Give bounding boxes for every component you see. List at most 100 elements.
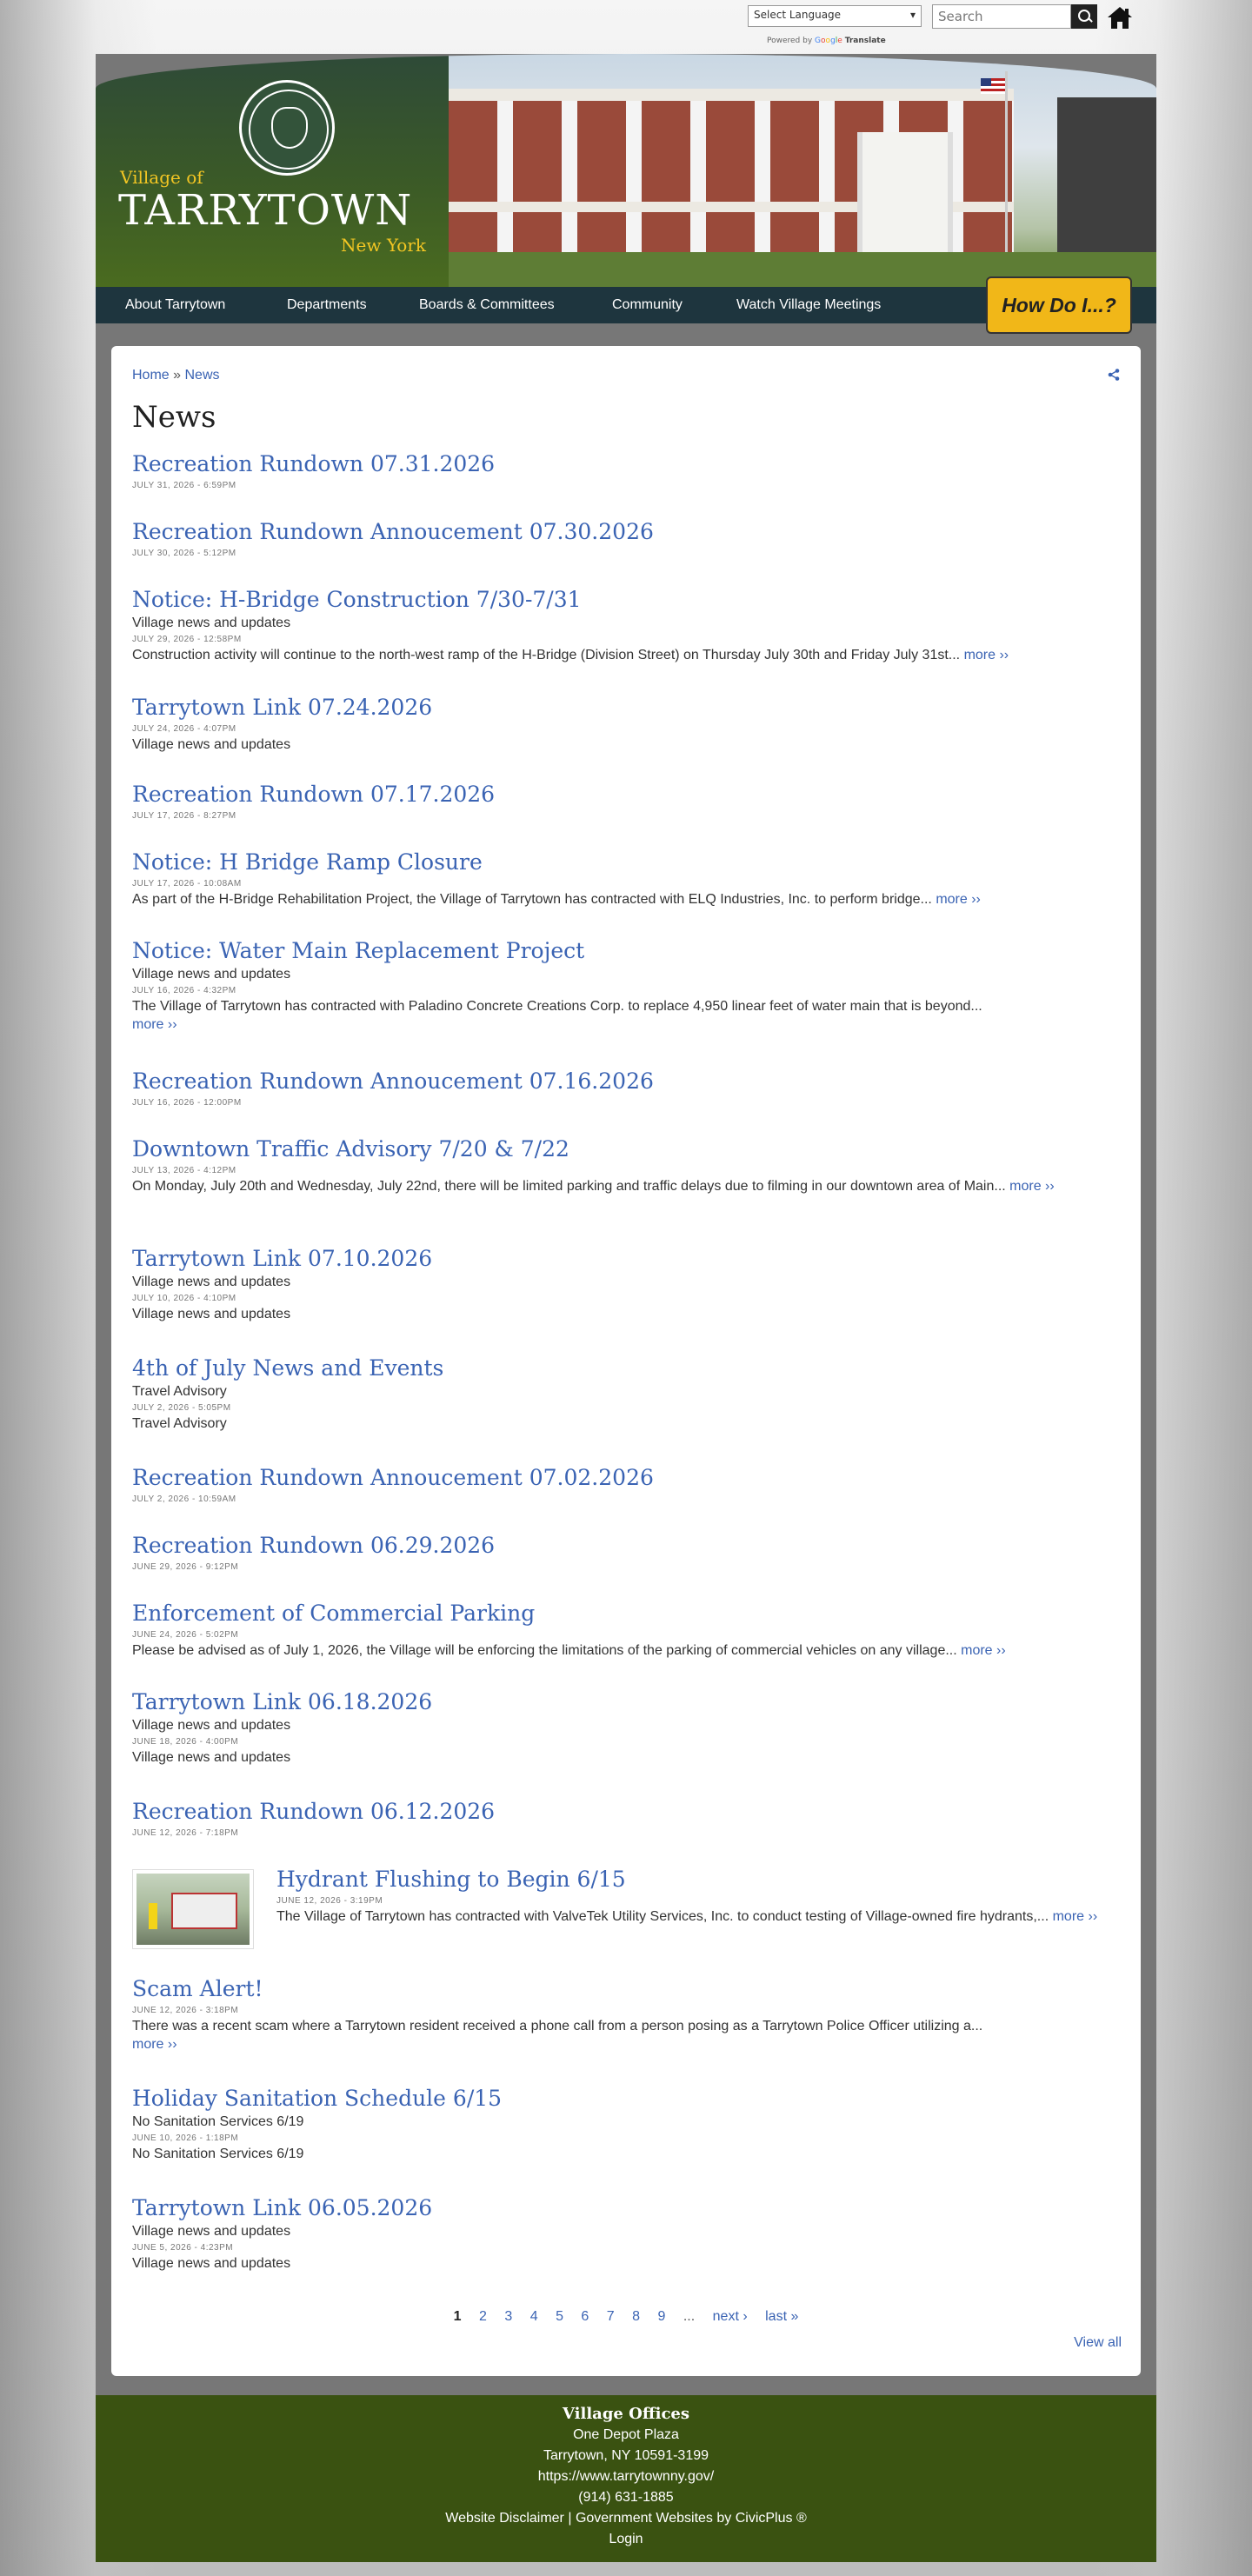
search-input[interactable]: Search <box>932 4 1071 29</box>
news-title[interactable]: Notice: H Bridge Ramp Closure <box>132 849 1123 876</box>
footer-url[interactable]: https://www.tarrytownny.gov/ <box>96 2466 1156 2487</box>
news-date: JULY 31, 2026 - 6:59PM <box>132 481 236 490</box>
page-current: 1 <box>453 2309 462 2324</box>
logo-panel[interactable]: Village of TARRYTOWN New York <box>96 54 449 287</box>
news-thumbnail[interactable] <box>132 1869 254 1949</box>
news-summary: No Sanitation Services 6/19 <box>132 2147 304 2161</box>
login-link[interactable]: Login <box>96 2529 1156 2550</box>
news-title[interactable]: Enforcement of Commercial Parking <box>132 1600 1123 1627</box>
news-date: JULY 2, 2026 - 10:59AM <box>132 1494 236 1504</box>
news-summary: Village news and updates <box>132 737 291 752</box>
breadcrumb-news[interactable]: News <box>185 368 220 383</box>
page-ellipsis: ... <box>683 2309 696 2324</box>
breadcrumb-home[interactable]: Home <box>132 368 170 383</box>
background-building <box>1057 97 1156 263</box>
news-item: Holiday Sanitation Schedule 6/15 No Sani… <box>132 2085 1123 2163</box>
news-date: JUNE 5, 2026 - 4:23PM <box>132 2243 234 2253</box>
page-link[interactable]: 5 <box>556 2309 563 2324</box>
news-date: JULY 16, 2026 - 12:00PM <box>132 1098 242 1108</box>
nav-boards-committees[interactable]: Boards & Committees <box>419 287 555 323</box>
footer-address-1: One Depot Plaza <box>573 2427 679 2442</box>
nav-departments[interactable]: Departments <box>287 287 367 323</box>
news-title[interactable]: Notice: Water Main Replacement Project <box>132 937 1123 965</box>
news-summary: The Village of Tarrytown has contracted … <box>132 999 982 1014</box>
news-subtitle: Village news and updates <box>132 1718 291 1733</box>
news-date: JUNE 24, 2026 - 5:02PM <box>132 1630 239 1640</box>
news-title[interactable]: Recreation Rundown 07.17.2026 <box>132 781 1123 809</box>
language-select[interactable]: Select Language <box>748 5 922 27</box>
news-summary: Construction activity will continue to t… <box>132 648 961 662</box>
page-link[interactable]: 8 <box>632 2309 640 2324</box>
news-title[interactable]: Recreation Rundown Annoucement 07.30.202… <box>132 518 1123 546</box>
disclaimer-link[interactable]: Website Disclaimer <box>445 2511 564 2526</box>
more-link[interactable]: more ›› <box>964 648 1009 662</box>
home-icon[interactable] <box>1106 4 1134 30</box>
news-title[interactable]: Tarrytown Link 07.10.2026 <box>132 1245 1123 1273</box>
news-date: JUNE 12, 2026 - 7:18PM <box>132 1828 239 1838</box>
page-link[interactable]: 4 <box>530 2309 538 2324</box>
village-of-text: Village of <box>120 167 203 188</box>
translate-link[interactable]: Translate <box>845 37 886 45</box>
village-hall-photo <box>449 54 1156 287</box>
news-summary: Village news and updates <box>132 2256 291 2271</box>
news-title[interactable]: Recreation Rundown 07.31.2026 <box>132 450 1123 478</box>
news-item: Recreation Rundown 07.31.2026 JULY 31, 2… <box>132 450 1123 492</box>
site-wrapper: Village of TARRYTOWN New York About Tarr… <box>96 54 1156 2562</box>
page-link[interactable]: 9 <box>658 2309 666 2324</box>
footer-title: Village Offices <box>563 2405 689 2423</box>
nav-watch-meetings[interactable]: Watch Village Meetings <box>736 287 881 323</box>
page-link[interactable]: 7 <box>607 2309 615 2324</box>
news-title[interactable]: Tarrytown Link 06.05.2026 <box>132 2194 1123 2222</box>
news-title[interactable]: Notice: H-Bridge Construction 7/30-7/31 <box>132 586 1123 614</box>
news-title[interactable]: 4th of July News and Events <box>132 1355 1123 1382</box>
search-icon[interactable] <box>1071 4 1097 29</box>
more-link[interactable]: more ›› <box>936 892 981 907</box>
news-title[interactable]: Recreation Rundown 06.12.2026 <box>132 1798 1123 1826</box>
footer-phone[interactable]: (914) 631-1885 <box>96 2487 1156 2508</box>
page-link[interactable]: 6 <box>581 2309 589 2324</box>
news-title[interactable]: Recreation Rundown Annoucement 07.16.202… <box>132 1068 1123 1095</box>
news-title[interactable]: Downtown Traffic Advisory 7/20 & 7/22 <box>132 1135 1123 1163</box>
news-title[interactable]: Recreation Rundown Annoucement 07.02.202… <box>132 1464 1123 1492</box>
news-summary: Travel Advisory <box>132 1416 227 1431</box>
news-title[interactable]: Hydrant Flushing to Begin 6/15 <box>276 1866 1111 1894</box>
flagpole <box>1005 71 1008 254</box>
more-link[interactable]: more ›› <box>132 2037 177 2052</box>
news-item: Notice: Water Main Replacement Project V… <box>132 937 1123 1034</box>
news-item: 4th of July News and Events Travel Advis… <box>132 1355 1123 1433</box>
nav-community[interactable]: Community <box>612 287 683 323</box>
more-link[interactable]: more ›› <box>132 1017 177 1032</box>
page-link[interactable]: 2 <box>479 2309 487 2324</box>
news-item: Downtown Traffic Advisory 7/20 & 7/22 JU… <box>132 1135 1123 1195</box>
news-item: Tarrytown Link 07.10.2026 Village news a… <box>132 1245 1123 1323</box>
page-link[interactable]: 3 <box>504 2309 512 2324</box>
more-link[interactable]: more ›› <box>1009 1179 1055 1194</box>
news-subtitle: Village news and updates <box>132 967 291 982</box>
nav-about[interactable]: About Tarrytown <box>125 287 225 323</box>
footer-address-2: Tarrytown, NY 10591-3199 <box>543 2448 709 2463</box>
news-title[interactable]: Scam Alert! <box>132 1975 1123 2003</box>
news-item: Recreation Rundown Annoucement 07.30.202… <box>132 518 1123 560</box>
view-all-link[interactable]: View all <box>1074 2335 1122 2351</box>
more-link[interactable]: more ›› <box>1053 1909 1098 1924</box>
state-name: New York <box>341 235 426 256</box>
village-seal-icon <box>239 80 335 176</box>
how-do-i-button[interactable]: How Do I...? <box>986 276 1132 334</box>
news-title[interactable]: Recreation Rundown 06.29.2026 <box>132 1532 1123 1560</box>
footer-separator: | <box>568 2511 572 2526</box>
more-link[interactable]: more ›› <box>961 1643 1006 1658</box>
news-subtitle: No Sanitation Services 6/19 <box>132 2114 304 2129</box>
news-title[interactable]: Tarrytown Link 06.18.2026 <box>132 1688 1123 1716</box>
share-icon[interactable] <box>1108 369 1120 381</box>
top-utility-bar: Select Language Powered by Google Transl… <box>748 4 1235 51</box>
news-date: JUNE 18, 2026 - 4:00PM <box>132 1737 239 1747</box>
page-last[interactable]: last » <box>765 2309 798 2324</box>
news-date: JULY 29, 2026 - 12:58PM <box>132 635 242 644</box>
news-title[interactable]: Tarrytown Link 07.24.2026 <box>132 694 1123 722</box>
page-next[interactable]: next › <box>713 2309 748 2324</box>
news-title[interactable]: Holiday Sanitation Schedule 6/15 <box>132 2085 1123 2113</box>
news-item: Tarrytown Link 06.05.2026 Village news a… <box>132 2194 1123 2273</box>
news-date: JUNE 12, 2026 - 3:19PM <box>276 1896 383 1906</box>
news-date: JULY 24, 2026 - 4:07PM <box>132 724 236 734</box>
civicplus-link[interactable]: Government Websites by CivicPlus ® <box>576 2511 807 2526</box>
